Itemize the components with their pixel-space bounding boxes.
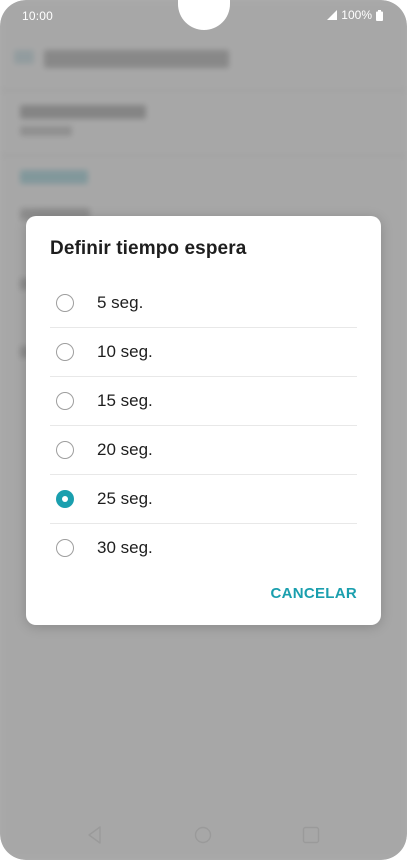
option-25-sec[interactable]: 25 seg.	[50, 475, 357, 524]
signal-icon	[327, 10, 338, 20]
navigation-bar	[0, 810, 407, 860]
option-label: 30 seg.	[97, 538, 153, 557]
radio-button[interactable]	[56, 441, 74, 459]
status-time: 10:00	[22, 9, 54, 23]
battery-percent: 100%	[341, 8, 372, 22]
option-label: 5 seg.	[97, 293, 144, 312]
radio-button[interactable]	[56, 294, 74, 312]
option-30-sec[interactable]: 30 seg.	[50, 524, 357, 572]
option-20-sec[interactable]: 20 seg.	[50, 426, 357, 475]
option-5-sec[interactable]: 5 seg.	[50, 279, 357, 328]
battery-icon	[376, 9, 383, 21]
recents-icon[interactable]	[300, 824, 322, 846]
phone-screen: 10:00 100% Definir tiempo espera 5 seg. …	[0, 0, 407, 860]
radio-button[interactable]	[56, 539, 74, 557]
camera-notch	[178, 0, 230, 30]
radio-button[interactable]	[56, 343, 74, 361]
option-label: 20 seg.	[97, 440, 153, 459]
cancel-button[interactable]: CANCELAR	[270, 585, 357, 602]
radio-button[interactable]	[56, 490, 74, 508]
timeout-dialog: Definir tiempo espera 5 seg. 10 seg. 15 …	[26, 216, 381, 625]
back-icon[interactable]	[84, 824, 106, 846]
status-indicators: 100%	[327, 8, 383, 22]
option-15-sec[interactable]: 15 seg.	[50, 377, 357, 426]
home-icon[interactable]	[192, 824, 214, 846]
option-10-sec[interactable]: 10 seg.	[50, 328, 357, 377]
option-label: 10 seg.	[97, 342, 153, 361]
dialog-title: Definir tiempo espera	[50, 238, 247, 259]
option-label: 15 seg.	[97, 391, 153, 410]
timeout-options-list: 5 seg. 10 seg. 15 seg. 20 seg. 25 seg. 3…	[50, 279, 357, 572]
radio-button[interactable]	[56, 392, 74, 410]
option-label: 25 seg.	[97, 489, 153, 508]
status-bar: 10:00 100%	[0, 0, 407, 32]
